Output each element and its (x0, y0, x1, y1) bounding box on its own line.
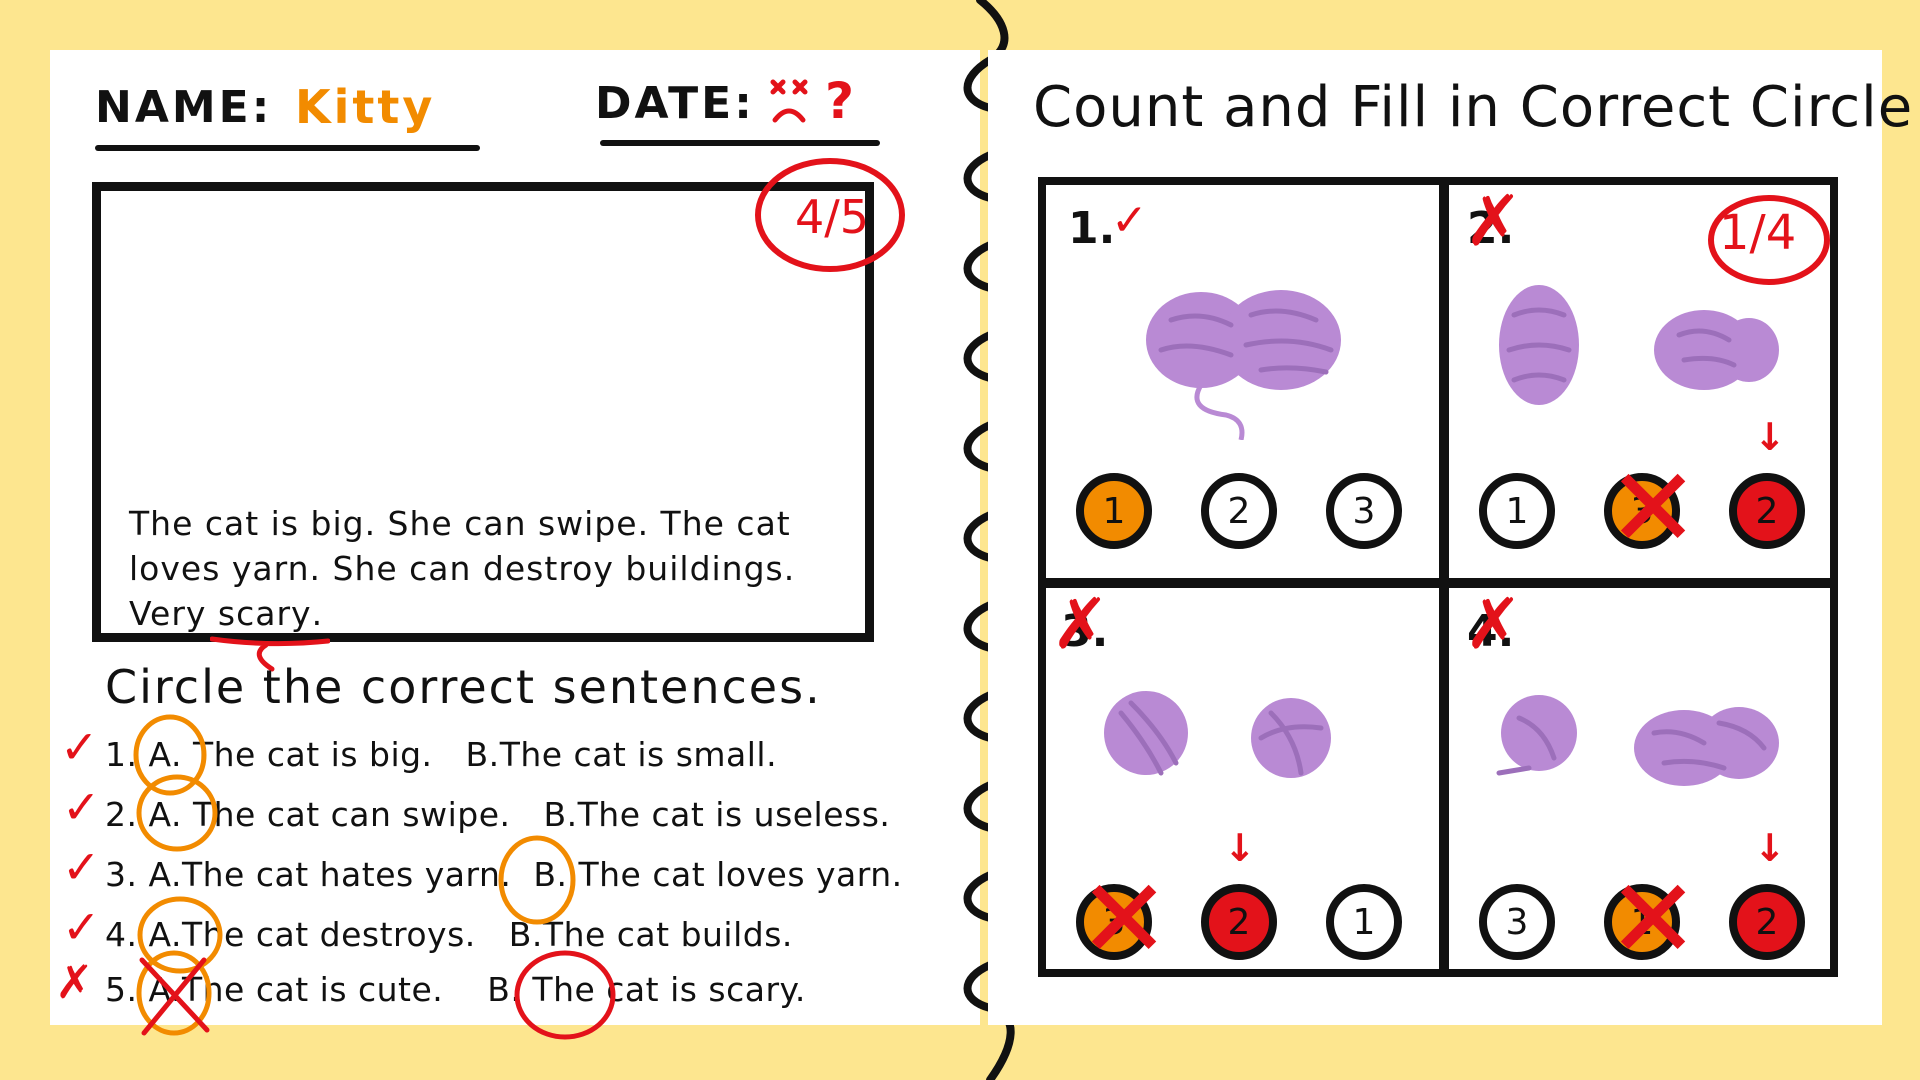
cell-label: 1. (1068, 203, 1116, 254)
quiz-title: Circle the correct sentences. (105, 660, 822, 714)
date-label: DATE: (595, 78, 755, 129)
name-label: NAME: (95, 82, 273, 133)
grid-divider-vertical (1439, 185, 1449, 969)
check-icon: ✓ (62, 780, 101, 834)
answer-circle-2[interactable]: 2 (1729, 884, 1805, 960)
orange-answer-circle-2 (136, 774, 218, 852)
check-icon: ✓ (62, 900, 101, 954)
count-cell-2: 2. ✗ 1/4 ↓ 1 3 ✕ 2 (1449, 180, 1841, 577)
orange-answer-circle-5 (136, 950, 212, 1036)
count-title: Count and Fill in Correct Circle (1033, 75, 1914, 140)
answer-circle-3[interactable]: 3 (1326, 473, 1402, 549)
story-score: 4/5 (795, 190, 870, 244)
orange-answer-circle-3 (498, 835, 576, 925)
down-arrow-icon: ↓ (1754, 415, 1786, 459)
count-cell-3: 3. ✗ 3 ✕ ↓ 2 1 (1046, 583, 1438, 983)
option-b[interactable]: B. (544, 795, 578, 834)
underlined-word: scary (209, 591, 330, 672)
name-underline (95, 145, 480, 151)
answer-circle-1[interactable]: 1 (1326, 884, 1402, 960)
down-arrow-icon: ↓ (1754, 826, 1786, 870)
yarn-ball-icon (1496, 695, 1779, 786)
yarn-ball-icon (1146, 290, 1341, 440)
counting-grid: 1. ✓ 1 2 3 2. ✗ 1/4 ↓ 1 3 ✕ 2 3. ✗ 3 ✕ ↓… (1038, 177, 1838, 977)
cross-icon: ✗ (1051, 583, 1110, 665)
date-underline (600, 140, 880, 146)
cross-icon: ✗ (1464, 180, 1523, 262)
answer-circle-2[interactable]: 2 (1201, 473, 1277, 549)
yarn-ball-icon (1499, 285, 1779, 405)
yarn-ball-icon (1104, 691, 1331, 778)
worksheet-left-page: NAME: Kitty DATE: ? The cat is big. She … (50, 50, 980, 1040)
name-value: Kitty (295, 80, 436, 134)
answer-circle-1[interactable]: 1 (1479, 473, 1555, 549)
red-correction-circle (514, 950, 616, 1040)
answer-circle-2[interactable]: 2 (1729, 473, 1805, 549)
option-a[interactable]: A. (149, 855, 182, 894)
cross-icon: ✗ (1464, 583, 1523, 665)
cross-icon: ✕ (1078, 855, 1171, 983)
check-icon: ✓ (62, 840, 101, 894)
count-cell-1: 1. ✓ 1 2 3 (1046, 185, 1438, 577)
cross-icon: ✕ (1607, 444, 1700, 572)
cross-icon: ✕ (1607, 855, 1700, 983)
answer-circle-2[interactable]: 2 (1201, 884, 1277, 960)
story-text: The cat is big. She can swipe. The cat l… (129, 501, 859, 672)
answer-circle-3[interactable]: 3 (1479, 884, 1555, 960)
count-cell-4: 4. ✗ 3 1 ✕ ↓ 2 (1449, 583, 1841, 983)
check-icon: ✓ (1111, 195, 1148, 246)
option-b[interactable]: B. (466, 735, 500, 774)
grid-divider-horizontal (1046, 578, 1830, 588)
cross-icon: ✗ (55, 955, 94, 1009)
down-arrow-icon: ↓ (1224, 826, 1256, 870)
frown-face-icon (770, 79, 808, 123)
worksheet-right-page: Count and Fill in Correct Circle 1. ✓ 1 … (988, 50, 1912, 1025)
quiz-row-2: 2. A. The cat can swipe. B.The cat is us… (105, 795, 891, 834)
check-icon: ✓ (60, 720, 99, 774)
date-value: ? (825, 72, 858, 130)
answer-circle-1[interactable]: 1 (1076, 473, 1152, 549)
